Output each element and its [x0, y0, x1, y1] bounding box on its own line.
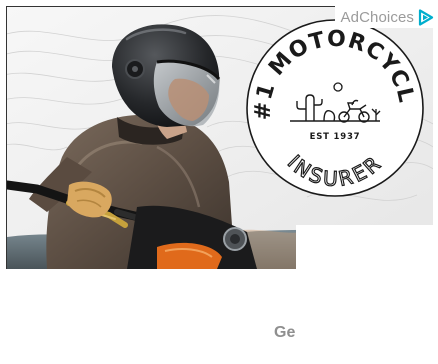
badge-est-text: EST 1937 — [310, 132, 361, 142]
adchoices-label: AdChoices — [340, 8, 414, 26]
cta-label-partial[interactable]: Ge — [274, 324, 295, 342]
adchoices-triangle-icon — [418, 8, 434, 26]
motorcycle-insurer-badge: #1 MOTORCYCLE INSURER — [240, 13, 424, 197]
image-mask — [296, 225, 438, 275]
cta-mask — [296, 318, 438, 348]
adchoices-button[interactable]: AdChoices — [334, 6, 438, 28]
ad-banner[interactable]: #1 MOTORCYCLE INSURER — [0, 0, 438, 364]
